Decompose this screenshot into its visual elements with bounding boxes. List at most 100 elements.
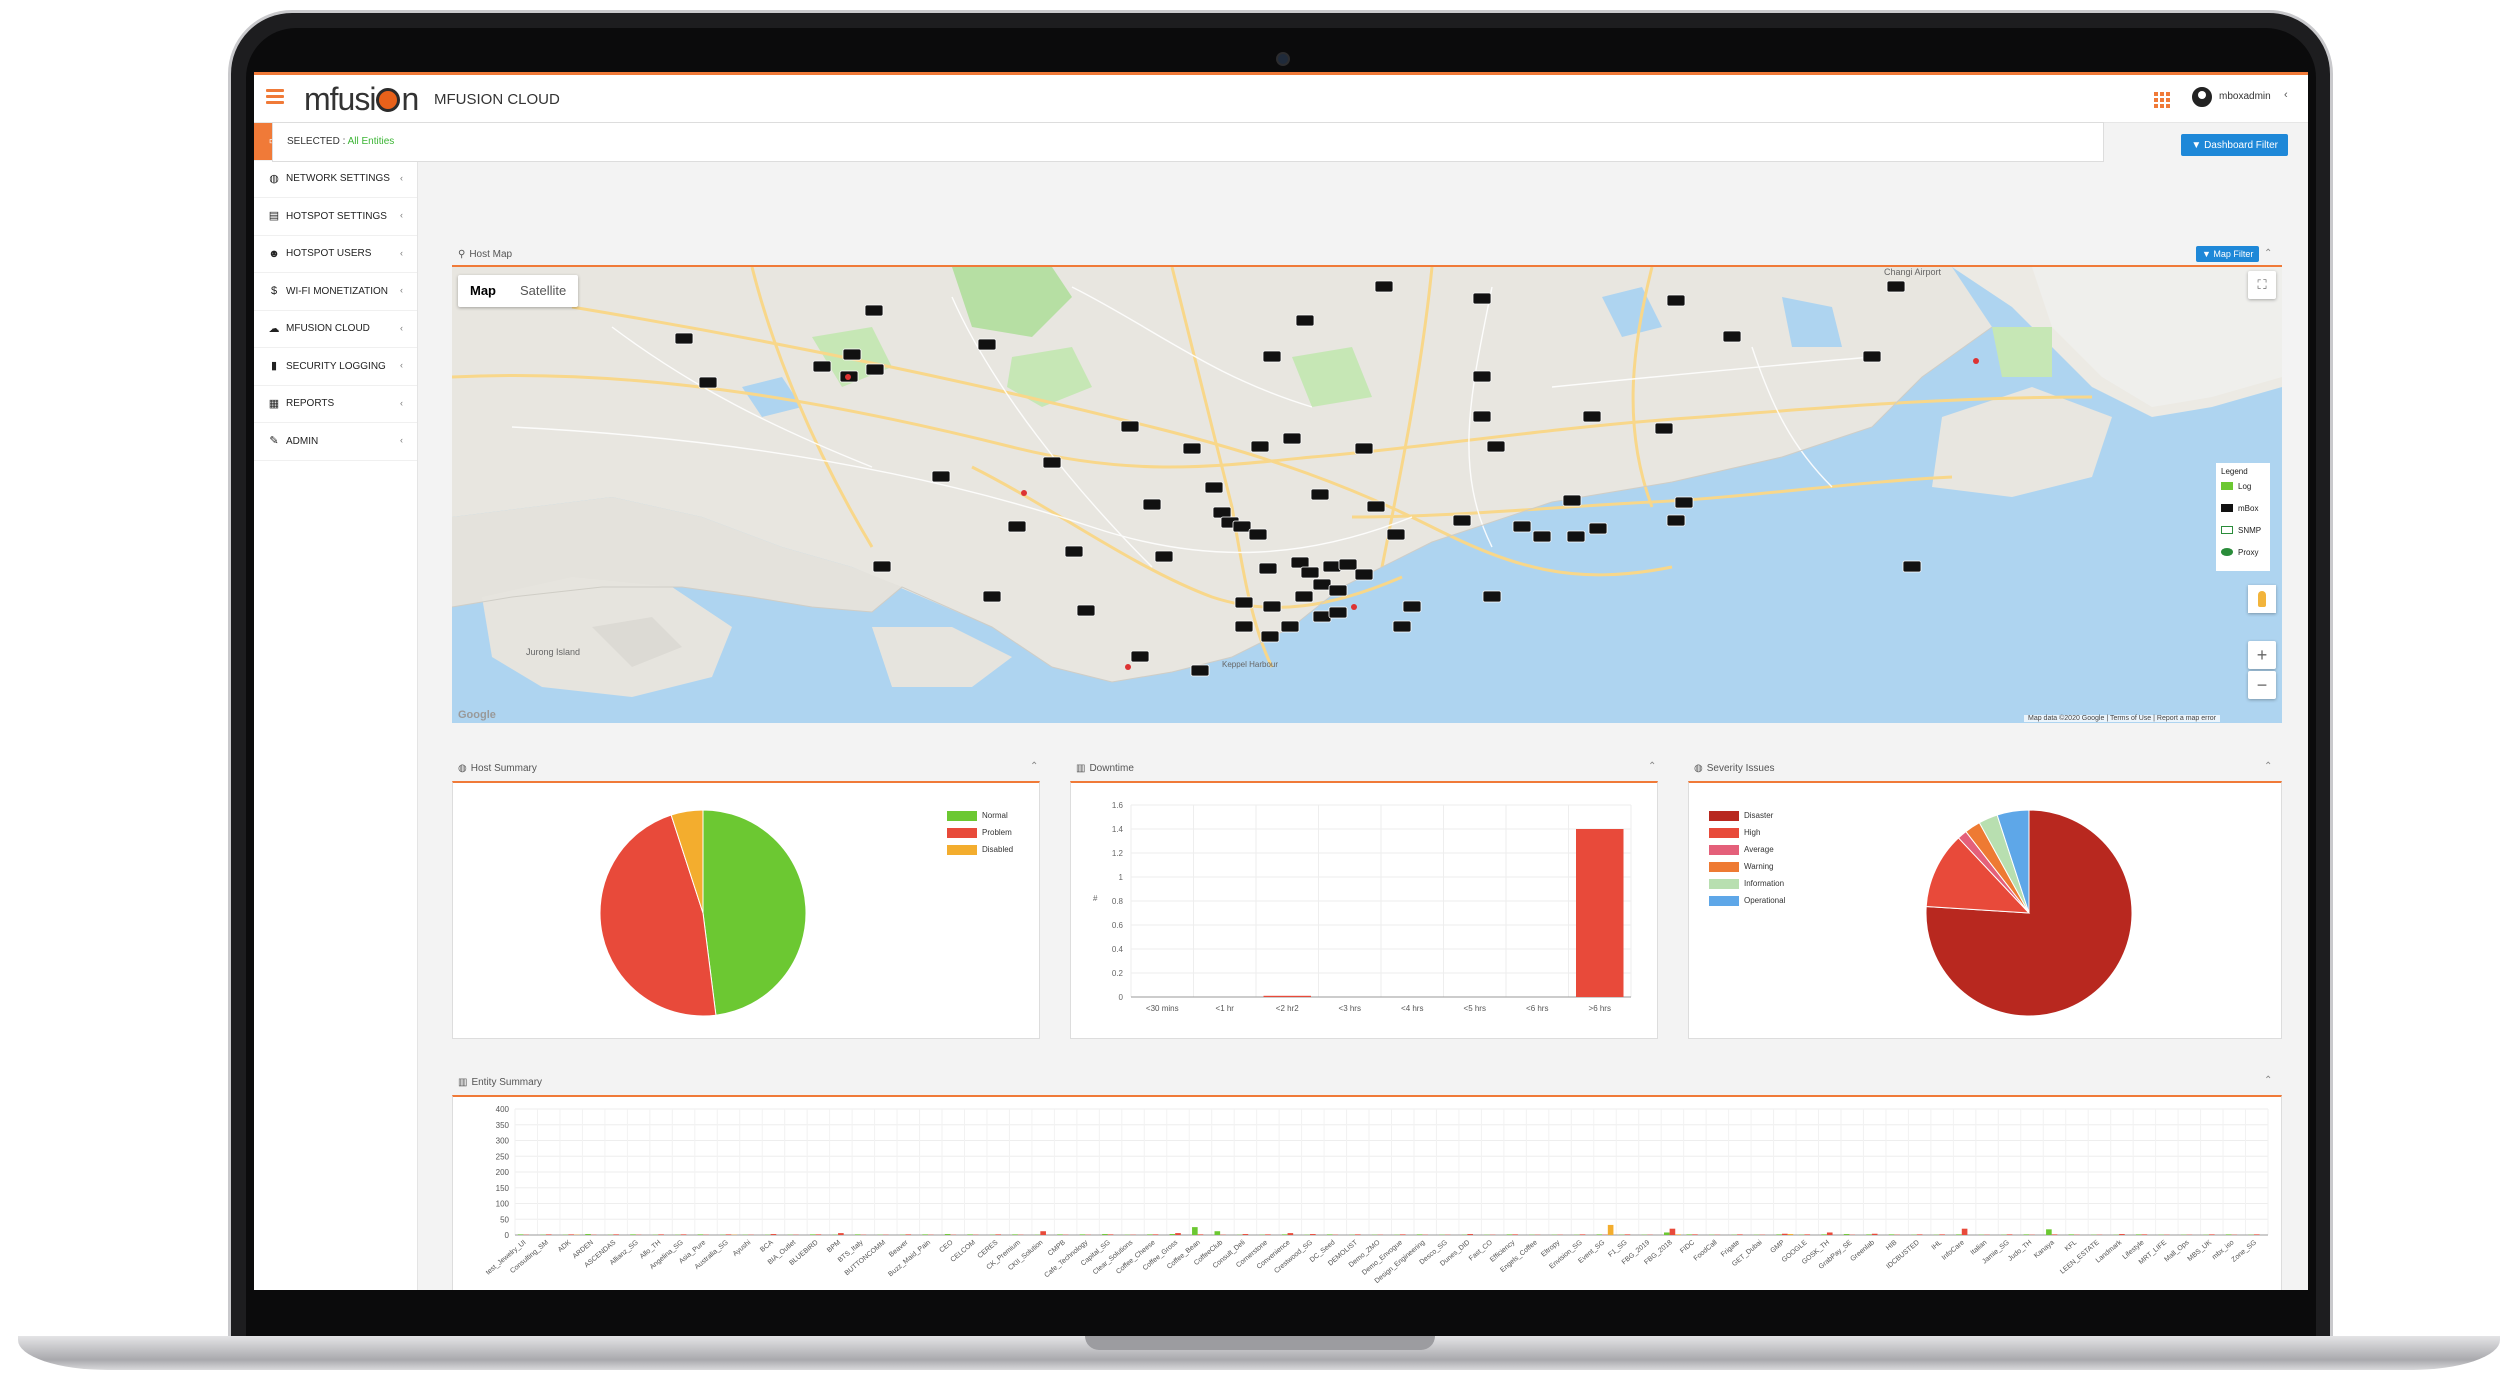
host-marker-icon[interactable] <box>1294 590 1314 603</box>
host-marker-icon[interactable] <box>865 363 885 376</box>
zoom-in-button[interactable]: + <box>2248 641 2276 669</box>
entity-bar-problem[interactable] <box>1197 1234 1204 1235</box>
host-marker-icon[interactable] <box>864 304 884 317</box>
entity-bar-problem[interactable] <box>1242 1234 1249 1235</box>
host-marker-icon[interactable] <box>1886 280 1906 293</box>
entity-bar-normal[interactable] <box>2135 1234 2142 1235</box>
host-marker-icon[interactable] <box>674 332 694 345</box>
chevron-left-icon[interactable]: ‹ <box>2284 89 2288 101</box>
host-marker-icon[interactable] <box>1007 520 1027 533</box>
pie-slice-normal[interactable] <box>702 809 807 1016</box>
entity-bar-problem[interactable] <box>1107 1234 1114 1235</box>
entity-bar-normal[interactable] <box>1664 1232 1670 1235</box>
entity-bar-problem[interactable] <box>838 1233 844 1235</box>
host-marker-icon[interactable] <box>1666 294 1686 307</box>
zoom-out-button[interactable]: − <box>2248 671 2276 699</box>
entity-bar-problem[interactable] <box>1939 1234 1945 1235</box>
severity-legend-item[interactable]: Operational <box>1709 892 1785 909</box>
entity-bar-normal[interactable] <box>1192 1227 1198 1235</box>
entity-bar-normal[interactable] <box>1012 1234 1018 1235</box>
entity-bar-normal[interactable] <box>630 1234 636 1235</box>
entity-bar-normal[interactable] <box>1326 1234 1333 1235</box>
entity-bar-problem[interactable] <box>1310 1234 1316 1235</box>
map-attribution[interactable]: Map data ©2020 Google | Terms of Use | R… <box>2024 715 2221 722</box>
entity-bar-problem[interactable] <box>1961 1228 1968 1235</box>
user-name[interactable]: mboxadmin <box>2219 91 2271 102</box>
entity-bar-disabled[interactable] <box>1607 1224 1614 1235</box>
severity-legend-item[interactable]: Disaster <box>1709 807 1785 824</box>
host-marker-icon[interactable] <box>1472 410 1492 423</box>
entity-bar-problem[interactable] <box>1399 1234 1406 1235</box>
entity-bar-normal[interactable] <box>944 1234 951 1235</box>
entity-bar-problem[interactable] <box>1579 1234 1586 1235</box>
host-marker-icon[interactable] <box>1512 520 1532 533</box>
host-marker-icon[interactable] <box>931 470 951 483</box>
sidebar-item-mfusion-cloud[interactable]: ☁ MFUSION CLOUD ‹ <box>254 311 417 348</box>
host-marker-icon[interactable] <box>1312 578 1332 591</box>
host-marker-icon[interactable] <box>982 590 1002 603</box>
downtime-bar[interactable] <box>1263 995 1312 997</box>
host-marker-icon[interactable] <box>1902 560 1922 573</box>
host-marker-icon[interactable] <box>1482 590 1502 603</box>
host-marker-icon[interactable] <box>1566 530 1586 543</box>
host-marker-icon[interactable] <box>1290 556 1310 569</box>
entity-bar-problem[interactable] <box>613 1234 619 1235</box>
entity-bar-problem[interactable] <box>725 1234 732 1235</box>
entity-bar-disabled[interactable] <box>1787 1234 1794 1235</box>
severity-legend-item[interactable]: Average <box>1709 841 1785 858</box>
entity-bar-problem[interactable] <box>1265 1234 1271 1235</box>
host-marker-icon[interactable] <box>1472 370 1492 383</box>
host-marker-icon[interactable] <box>1250 440 1270 453</box>
entity-bar-problem[interactable] <box>1826 1232 1833 1235</box>
map-type-map[interactable]: Map <box>458 275 508 307</box>
host-marker-icon[interactable] <box>1120 420 1140 433</box>
entity-bar-problem[interactable] <box>2253 1234 2260 1235</box>
host-marker-icon[interactable] <box>1190 664 1210 677</box>
street-view-pegman-icon[interactable] <box>2248 585 2276 613</box>
entity-bar-normal[interactable] <box>1214 1231 1221 1235</box>
map-type-satellite[interactable]: Satellite <box>508 275 578 307</box>
entity-bar-normal[interactable] <box>1169 1234 1176 1235</box>
host-marker-icon[interactable] <box>1562 494 1582 507</box>
entity-bar-normal[interactable] <box>517 1234 524 1235</box>
host-marker-icon[interactable] <box>1248 528 1268 541</box>
hamburger-menu-icon[interactable] <box>266 89 284 105</box>
host-marker-icon[interactable] <box>1182 442 1202 455</box>
host-marker-icon[interactable] <box>1232 520 1252 533</box>
host-marker-icon[interactable] <box>1300 566 1320 579</box>
host-marker-icon[interactable] <box>1280 620 1300 633</box>
host-marker-icon[interactable] <box>1064 545 1084 558</box>
severity-legend-item[interactable]: Warning <box>1709 858 1785 875</box>
entity-bar-normal[interactable] <box>1821 1234 1827 1235</box>
entity-bar-normal[interactable] <box>1102 1234 1108 1235</box>
entity-bar-problem[interactable] <box>2209 1234 2215 1235</box>
sidebar-item-wi-fi-monetization[interactable]: $ WI-FI MONETIZATION ‹ <box>254 273 417 311</box>
entity-bar-normal[interactable] <box>1079 1234 1086 1235</box>
entity-bar-disabled[interactable] <box>1675 1234 1681 1235</box>
host-marker-icon[interactable] <box>1262 600 1282 613</box>
host-summary-legend-item[interactable]: Normal <box>947 807 1013 824</box>
entity-bar-normal[interactable] <box>1596 1234 1603 1235</box>
host-marker-icon[interactable] <box>1452 514 1472 527</box>
entity-bar-normal[interactable] <box>1281 1234 1288 1235</box>
host-marker-icon[interactable] <box>1328 584 1348 597</box>
host-marker-icon[interactable] <box>1130 650 1150 663</box>
host-marker-icon[interactable] <box>1212 506 1232 519</box>
mfusion-logo[interactable]: mfusi n <box>304 81 419 118</box>
host-marker-icon[interactable] <box>1386 528 1406 541</box>
entity-bar-problem[interactable] <box>658 1234 664 1235</box>
host-marker-icon[interactable] <box>1486 440 1506 453</box>
entity-bar-normal[interactable] <box>1776 1234 1782 1235</box>
collapse-chevron-icon[interactable]: ⌃ <box>2264 1075 2272 1086</box>
host-marker-icon[interactable] <box>1234 620 1254 633</box>
entity-bar-normal[interactable] <box>1866 1234 1872 1235</box>
entity-bar-problem[interactable] <box>770 1234 777 1235</box>
entity-bar-problem[interactable] <box>1692 1234 1698 1235</box>
entity-bar-problem[interactable] <box>1669 1228 1676 1235</box>
host-marker-icon[interactable] <box>1295 314 1315 327</box>
host-marker-icon[interactable] <box>1654 422 1674 435</box>
host-marker-icon[interactable] <box>1234 596 1254 609</box>
entity-bar-normal[interactable] <box>2023 1234 2030 1235</box>
host-marker-icon[interactable] <box>1076 604 1096 617</box>
entity-bar-problem[interactable] <box>680 1234 687 1235</box>
